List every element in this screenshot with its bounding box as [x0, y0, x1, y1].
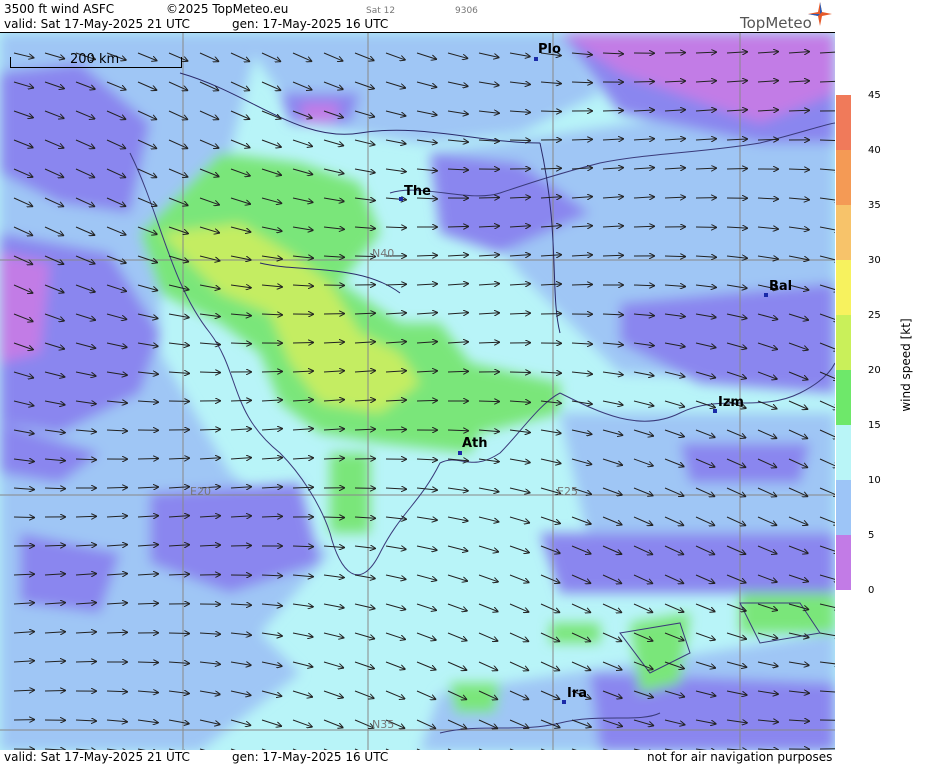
colorbar-tick: 45 — [868, 90, 881, 101]
city-label-izm: Izm — [718, 395, 744, 410]
wind-field — [0, 33, 835, 751]
wind-arrow — [633, 285, 654, 286]
city-marker-izm — [713, 409, 717, 413]
wind-arrow — [664, 256, 685, 257]
colorbar-tick: 10 — [868, 475, 881, 486]
colorbar-tick: 0 — [868, 585, 875, 596]
city-marker-the — [399, 197, 403, 201]
colorbar-band-0-5 — [836, 535, 851, 590]
wind-arrow — [509, 372, 530, 373]
valid-time: valid: Sat 17-May-2025 21 UTC — [4, 17, 190, 31]
footer-disclaimer: not for air navigation purposes — [647, 750, 833, 764]
wind-arrow — [447, 226, 468, 227]
colorbar-band-20-25 — [836, 315, 851, 370]
wind-arrow — [509, 140, 530, 141]
colorbar-tick: 30 — [868, 255, 881, 266]
city-label-ath: Ath — [462, 436, 488, 451]
header-bar: 3500 ft wind ASFC ©2025 TopMeteo.eu Sat … — [0, 0, 925, 32]
wind-arrow — [757, 139, 778, 140]
wind-arrow — [540, 111, 561, 112]
colorbar-tick: 20 — [868, 365, 881, 376]
city-label-the: The — [404, 184, 431, 199]
wind-arrow — [416, 255, 437, 256]
colorbar-band-10-15 — [836, 425, 851, 480]
wind-arrow — [261, 371, 282, 372]
wind-arrow — [168, 633, 189, 634]
city-marker-ath — [458, 451, 462, 455]
colorbar-band-25-30 — [836, 260, 851, 315]
wind-arrow — [230, 400, 251, 401]
grid-label-n40: N40 — [372, 247, 395, 260]
wind-arrow — [44, 691, 65, 692]
colorbar-tick: 35 — [868, 200, 881, 211]
city-marker-ira — [562, 700, 566, 704]
city-marker-plo — [534, 57, 538, 61]
grid-label-e25: E25 — [557, 485, 578, 498]
colorbar-band-30-35 — [836, 205, 851, 260]
wind-arrow — [292, 546, 313, 547]
colorbar-band-15-20 — [836, 370, 851, 425]
wind-arrow — [230, 546, 251, 547]
wind-arrow — [478, 198, 499, 199]
colorbar-band-40-45 — [836, 95, 851, 150]
wind-arrow — [571, 139, 592, 140]
wind-arrow — [602, 110, 623, 111]
grid-label-n35: N35 — [372, 718, 395, 731]
wind-arrow — [385, 430, 406, 431]
wind-map[interactable]: 200 km N40 N35 E20 E25 Plo The Bal Izm A… — [0, 32, 835, 752]
wind-arrow — [602, 255, 623, 256]
copyright-text: ©2025 TopMeteo.eu — [166, 2, 289, 16]
scale-bar-label: 200 km — [70, 52, 120, 67]
wind-arrow — [137, 459, 158, 460]
colorbar-title: wind speed [kt] — [899, 318, 913, 412]
city-label-bal: Bal — [769, 279, 793, 294]
footer-valid-time: valid: Sat 17-May-2025 21 UTC — [4, 750, 190, 764]
chart-title: 3500 ft wind ASFC — [4, 2, 115, 16]
colorbar-band-35-40 — [836, 150, 851, 205]
topmeteo-logo: TopMeteo — [740, 14, 812, 32]
wind-arrow — [478, 401, 499, 402]
grid-label-e20: E20 — [190, 485, 211, 498]
compass-star-icon — [808, 2, 832, 26]
colorbar-band-5-10 — [836, 480, 851, 535]
wind-arrow — [137, 662, 158, 663]
wind-arrow — [199, 372, 220, 373]
wind-arrow — [292, 343, 313, 344]
wind-arrow — [106, 487, 127, 488]
generation-time: gen: 17-May-2025 16 UTC — [232, 17, 389, 31]
colorbar-tick: 5 — [868, 530, 875, 541]
wind-arrow — [788, 110, 809, 111]
wind-arrow — [416, 400, 437, 401]
tab-label: Sat 12 — [366, 6, 396, 16]
colorbar-tick: 40 — [868, 145, 881, 156]
colorbar-tick: 25 — [868, 310, 881, 321]
wind-arrow — [385, 227, 406, 228]
wind-arrow — [726, 169, 747, 170]
wind-arrow — [571, 284, 592, 285]
city-label-ira: Ira — [567, 686, 588, 701]
wind-arrow — [75, 661, 96, 662]
code-label: 9306 — [455, 6, 478, 16]
footer-generation-time: gen: 17-May-2025 16 UTC — [232, 750, 389, 764]
wind-speed-colorbar — [836, 95, 851, 590]
wind-arrow — [819, 140, 835, 141]
wind-arrow — [633, 82, 654, 83]
wind-arrow — [13, 517, 34, 518]
wind-arrow — [323, 517, 344, 518]
wind-arrow — [261, 516, 282, 517]
wind-arrow — [44, 488, 65, 489]
wind-arrow — [447, 371, 468, 372]
colorbar-tick: 15 — [868, 420, 881, 431]
wind-arrow — [75, 516, 96, 517]
footer-bar: valid: Sat 17-May-2025 21 UTC gen: 17-Ma… — [0, 750, 925, 765]
city-marker-bal — [764, 293, 768, 297]
city-label-plo: Plo — [538, 42, 561, 57]
wind-arrow — [106, 632, 127, 633]
